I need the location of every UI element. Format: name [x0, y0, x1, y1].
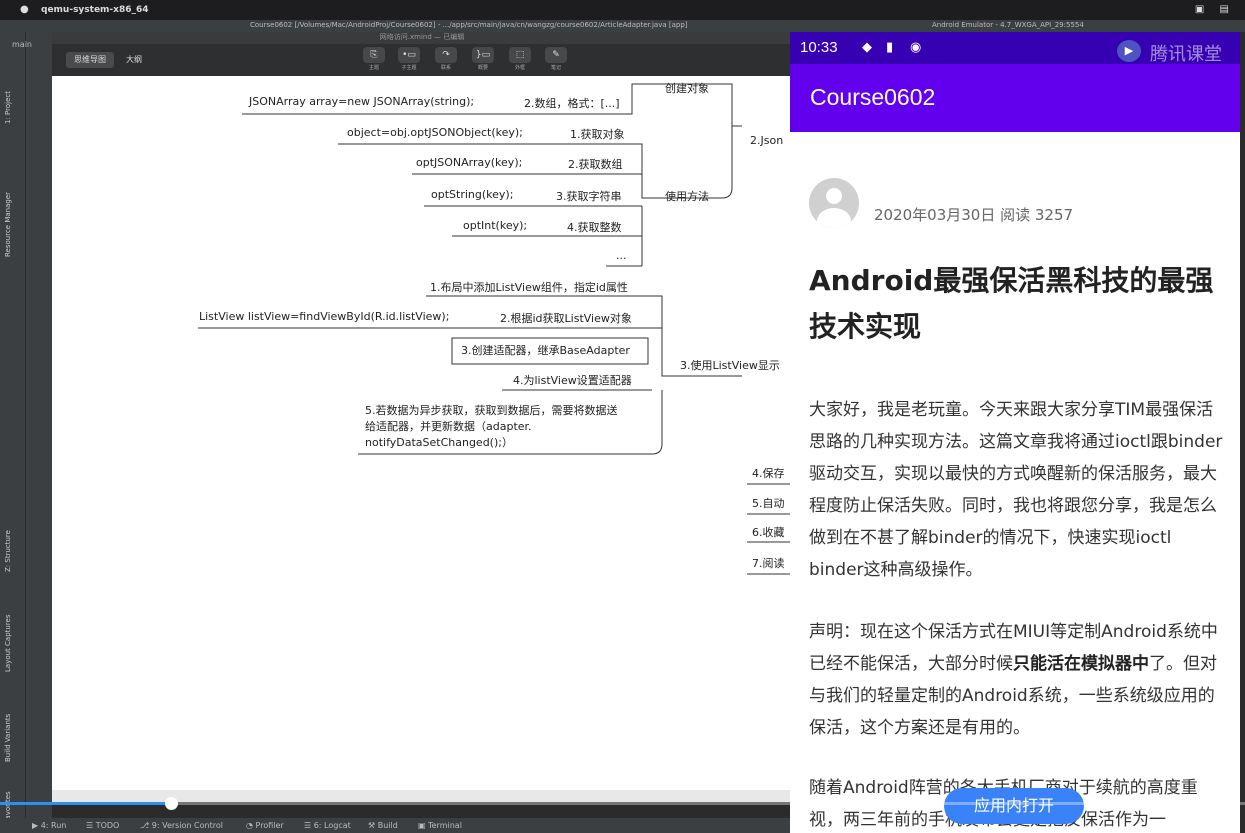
- node-get-object[interactable]: 1.获取对象: [570, 126, 625, 142]
- emulator-window-title: Android Emulator - 4.7_WXGA_API_29:5554: [932, 21, 1084, 29]
- topic-icon: ⎘: [363, 47, 385, 63]
- sd-icon: ▮: [886, 40, 894, 55]
- article-headline: Android最强保活黑科技的最强技术实现: [809, 264, 1214, 343]
- window-title-strip: Course0602 [/Volumes/Mac/AndroidProj/Cou…: [0, 20, 1245, 32]
- node-json[interactable]: 2.Json: [750, 134, 783, 147]
- highlight-text: 只能活在模拟器中: [1013, 654, 1149, 674]
- tab-profiler[interactable]: ◔ Profiler: [246, 821, 284, 830]
- boundary-button[interactable]: ⬚ 外框: [506, 47, 534, 73]
- tab-resource-manager[interactable]: Resource Manager: [4, 192, 12, 257]
- app-title: Course0602: [810, 84, 936, 110]
- relationship-icon: ↷: [435, 47, 457, 63]
- node-listview-step1[interactable]: 1.布局中添加ListView组件，指定id属性: [430, 279, 628, 295]
- node-auto[interactable]: 5.自动: [752, 495, 785, 511]
- subtopic-button[interactable]: •▭ 子主题: [395, 47, 423, 73]
- node-usage[interactable]: 使用方法: [665, 188, 709, 204]
- node-listview-step3[interactable]: 3.创建适配器，继承BaseAdapter: [461, 342, 630, 358]
- ide-bottom-tool-bar: ▶ 4: Run ☰ TODO ⎇ 9: Version Control ◔ P…: [0, 818, 790, 833]
- android-emulator-screen[interactable]: 10:33 ◆ ▮ ◉ ▶ 腾讯课堂 Course0602 2020年03月30…: [790, 32, 1240, 833]
- subtopic-icon: •▭: [398, 47, 420, 63]
- node-favorite[interactable]: 6.收藏: [752, 524, 785, 540]
- mac-menu-bar: ● qemu-system-x86_64 ▣ ▤: [0, 0, 1245, 20]
- node-listview-step5[interactable]: 5.若数据为异步获取，获取到数据后，需要将数据送 给适配器，并更新数据（adap…: [365, 403, 618, 451]
- node-optjsonobject[interactable]: object=obj.optJSONObject(key);: [347, 126, 523, 139]
- note-button[interactable]: ✎ 笔记: [542, 47, 570, 73]
- article-paragraph-2: 声明：现在这个保活方式在MIUI等定制Android系统中已经不能保活，大部分时…: [809, 622, 1218, 738]
- tab-project[interactable]: 1: Project: [4, 91, 12, 124]
- tab-todo[interactable]: ☰ TODO: [86, 821, 119, 830]
- node-get-array[interactable]: 2.获取数组: [568, 156, 623, 172]
- ide-left-tool-strip: 1: Project Resource Manager Z: Structure…: [0, 32, 26, 832]
- avatar[interactable]: [809, 178, 859, 228]
- node-ellipsis[interactable]: ...: [616, 249, 627, 262]
- tab-version-control[interactable]: ⎇ 9: Version Control: [140, 821, 223, 830]
- node-save[interactable]: 4.保存: [752, 465, 785, 481]
- node-get-int[interactable]: 4.获取整数: [567, 219, 622, 235]
- node-create-object[interactable]: 创建对象: [665, 80, 709, 96]
- tab-outline[interactable]: 大纲: [118, 52, 150, 68]
- progress-fill: [0, 802, 171, 805]
- android-status-bar: 10:33 ◆ ▮ ◉ ▶ 腾讯课堂: [790, 32, 1240, 65]
- sync-icon: ◉: [910, 40, 922, 55]
- article-meta: 2020年03月30日 阅读 3257: [874, 206, 1074, 224]
- node-optjsonarray[interactable]: optJSONArray(key);: [416, 156, 522, 169]
- mindmap-canvas[interactable]: JSONArray array=new JSONArray(string); 2…: [52, 76, 792, 790]
- relationship-button[interactable]: ↷ 联系: [432, 47, 460, 73]
- node-jsonarray[interactable]: JSONArray array=new JSONArray(string);: [249, 95, 474, 108]
- open-in-app-button[interactable]: 应用内打开: [944, 788, 1084, 824]
- node-get-string[interactable]: 3.获取字符串: [556, 188, 622, 204]
- note-icon: ✎: [545, 47, 567, 63]
- wifi-icon: ◆: [862, 40, 872, 55]
- progress-knob[interactable]: [165, 797, 178, 810]
- tab-mindmap[interactable]: 思维导图: [66, 52, 114, 68]
- tab-structure[interactable]: Z: Structure: [4, 530, 12, 572]
- node-optint[interactable]: optInt(key);: [463, 219, 527, 232]
- xmind-file-title: 网络访问.xmind — 已编辑: [52, 32, 792, 44]
- boundary-icon: ⬚: [509, 47, 531, 63]
- tab-build[interactable]: ⚒ Build: [368, 821, 398, 830]
- apple-icon[interactable]: ●: [20, 4, 29, 15]
- tab-logcat[interactable]: ☰ 6: Logcat: [304, 821, 351, 830]
- tencent-classroom-logo-icon: ▶: [1117, 40, 1141, 62]
- summary-button[interactable]: }▭ 概要: [469, 47, 497, 73]
- topic-button[interactable]: ⎘ 主题: [360, 47, 388, 73]
- node-read[interactable]: 7.阅读: [752, 555, 785, 571]
- breadcrumb[interactable]: main: [12, 40, 32, 49]
- xmind-toolbar: 思维导图 大纲 ⎘ 主题 •▭ 子主题 ↷ 联系 }▭ 概要 ⬚ 外框 ✎ 笔记: [52, 44, 792, 76]
- tab-layout-captures[interactable]: Layout Captures: [4, 614, 12, 672]
- article-paragraph-1: 大家好，我是老玩童。今天来跟大家分享TIM最强保活思路的几种实现方法。这篇文章我…: [809, 400, 1223, 580]
- ide-window-title: Course0602 [/Volumes/Mac/AndroidProj/Cou…: [250, 21, 688, 29]
- node-listview-root[interactable]: 3.使用ListView显示: [680, 357, 780, 373]
- watermark-text: 腾讯课堂: [1150, 44, 1222, 65]
- video-progress-bar[interactable]: [0, 797, 1245, 810]
- node-array-format[interactable]: 2.数组，格式：[...]: [524, 95, 620, 111]
- summary-icon: }▭: [472, 47, 494, 63]
- app-name[interactable]: qemu-system-x86_64: [41, 5, 149, 15]
- menubar-status-icons[interactable]: ▣ ▤: [1195, 4, 1235, 15]
- app-toolbar: Course0602: [790, 64, 1240, 132]
- tab-terminal[interactable]: ▣ Terminal: [418, 821, 462, 830]
- node-listview-code[interactable]: ListView listView=findViewById(R.id.list…: [199, 310, 449, 323]
- node-optstring[interactable]: optString(key);: [431, 188, 513, 201]
- tab-run[interactable]: ▶ 4: Run: [32, 821, 66, 830]
- project-panel: main: [12, 32, 52, 820]
- node-listview-step2[interactable]: 2.根据id获取ListView对象: [500, 310, 632, 326]
- status-time: 10:33: [800, 39, 838, 56]
- node-listview-step4[interactable]: 4.为listView设置适配器: [513, 372, 632, 388]
- tab-build-variants[interactable]: Build Variants: [4, 714, 12, 762]
